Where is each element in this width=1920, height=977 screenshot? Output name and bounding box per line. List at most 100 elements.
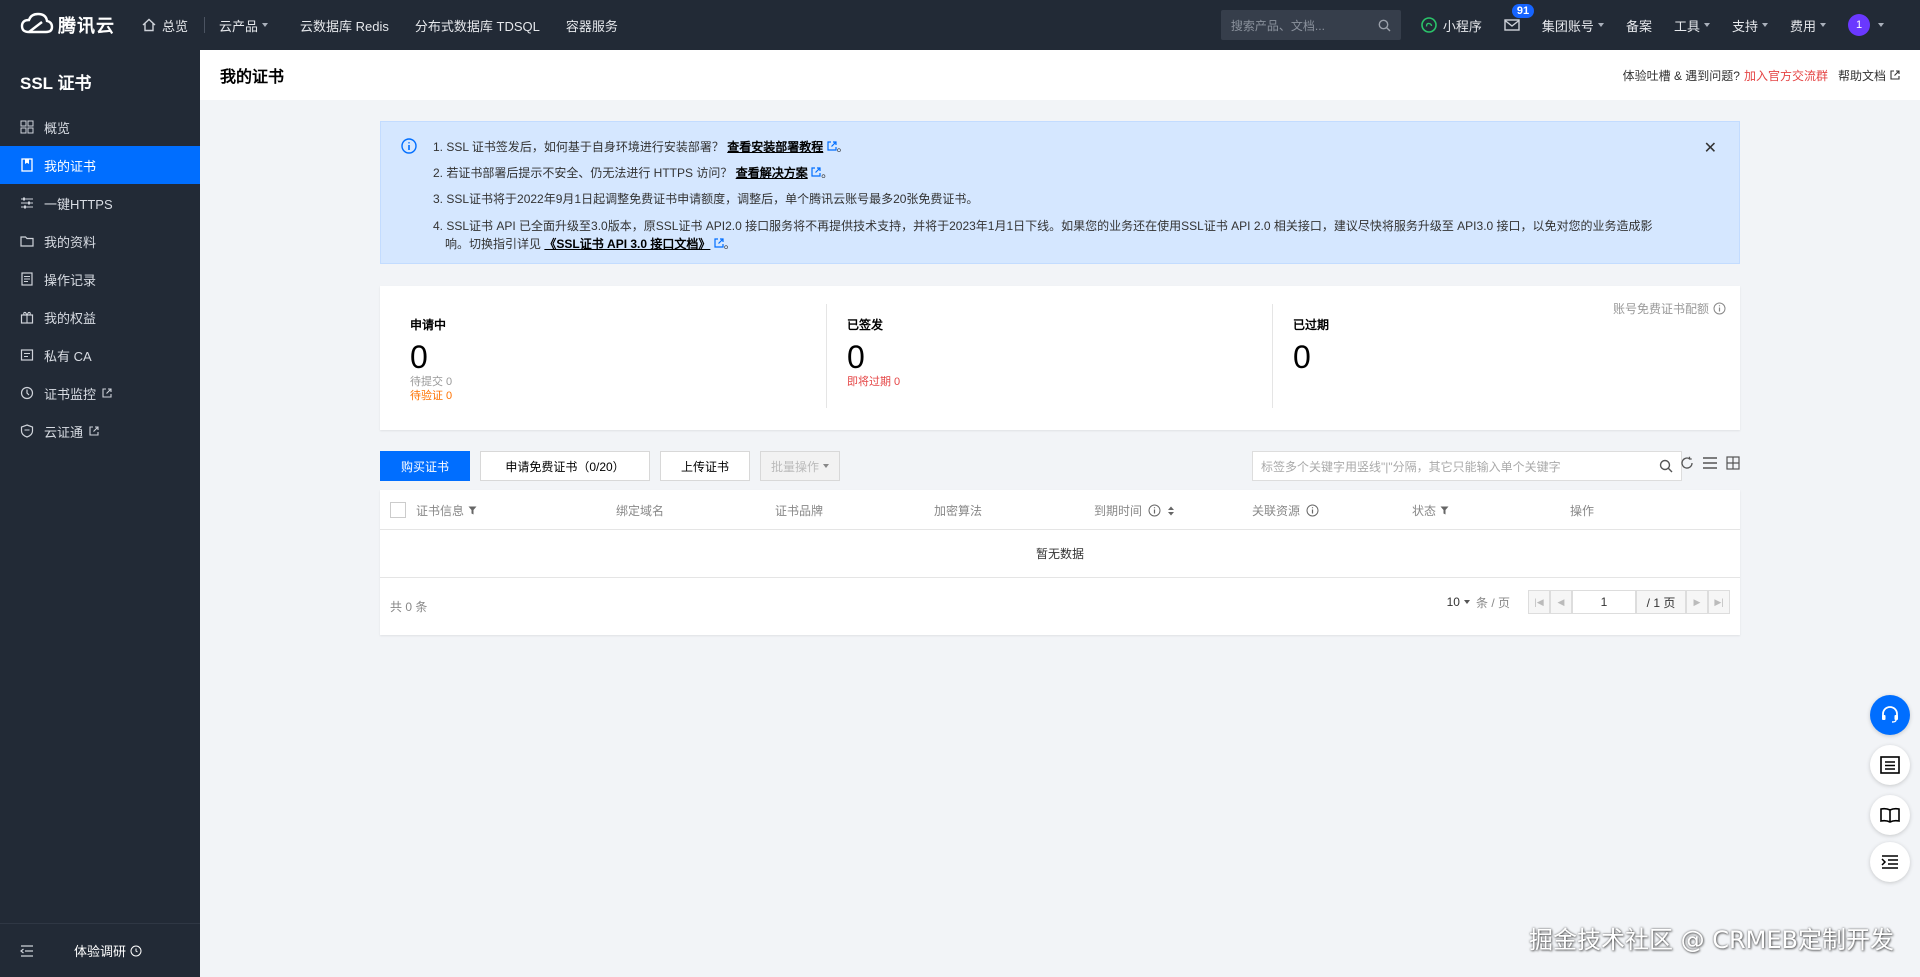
apply-free-certificate-button[interactable]: 申请免费证书（0/20） bbox=[480, 451, 650, 481]
nav-miniprogram[interactable]: 小程序 bbox=[1421, 16, 1482, 35]
global-search-input[interactable]: 搜索产品、文档... bbox=[1220, 10, 1401, 40]
notice-line-4-cont: 响。切换指引详见 《SSL证书 API 3.0 接口文档》 。 bbox=[445, 237, 736, 251]
survey-button[interactable]: 体验调研 bbox=[74, 941, 142, 960]
home-icon bbox=[142, 18, 156, 32]
nav-overview[interactable]: 总览 bbox=[142, 0, 188, 50]
col-expire-time: 到期时间 bbox=[1094, 502, 1175, 519]
pending-verify-count[interactable]: 待验证 0 bbox=[410, 389, 826, 403]
nav-link-tdsql[interactable]: 分布式数据库 TDSQL bbox=[415, 0, 540, 50]
close-icon[interactable]: ✕ bbox=[1704, 136, 1717, 162]
certificate-icon bbox=[20, 158, 34, 172]
nav-right-group: 搜索产品、文档... 小程序 91 集团账号 备案 工具 支持 费用 1 bbox=[1220, 0, 1920, 50]
refresh-icon[interactable] bbox=[1680, 456, 1694, 470]
grid-view-icon[interactable] bbox=[1726, 456, 1740, 470]
page-total: / 1 页 bbox=[1636, 590, 1686, 614]
external-link-icon bbox=[827, 141, 837, 151]
sidebar-item-cert-monitor[interactable]: 证书监控 bbox=[0, 374, 200, 412]
sidebar-title: SSL 证书 bbox=[20, 73, 92, 93]
sidebar-item-private-ca[interactable]: 私有 CA bbox=[0, 336, 200, 374]
help-docs-link[interactable]: 帮助文档 bbox=[1838, 67, 1900, 84]
sidebar-item-overview[interactable]: 概览 bbox=[0, 108, 200, 146]
page-number-input[interactable]: 1 bbox=[1572, 590, 1636, 614]
outline-button[interactable] bbox=[1870, 842, 1910, 882]
deploy-guide-link[interactable]: 查看安装部署教程 bbox=[727, 140, 823, 154]
sidebar-item-one-click-https[interactable]: 一键HTTPS bbox=[0, 184, 200, 222]
pagination: 10 条 / 页 |◀ ◀ 1 / 1 页 ▶ ▶| bbox=[1447, 590, 1730, 614]
mail-icon bbox=[1504, 19, 1520, 31]
search-icon[interactable] bbox=[1659, 459, 1673, 473]
list-document-icon bbox=[1880, 756, 1900, 774]
total-count: 共 0 条 bbox=[390, 600, 428, 614]
nav-link-container[interactable]: 容器服务 bbox=[566, 0, 618, 50]
stat-issued: 已签发 0 即将过期 0 bbox=[826, 304, 1272, 408]
solution-link[interactable]: 查看解决方案 bbox=[736, 166, 808, 180]
pending-submit-count[interactable]: 待提交 0 bbox=[410, 375, 826, 389]
api-doc-link[interactable]: 《SSL证书 API 3.0 接口文档》 bbox=[544, 237, 710, 251]
join-group-link[interactable]: 加入官方交流群 bbox=[1744, 67, 1828, 84]
sidebar: SSL 证书 概览 我的证书 一键HTTPS 我的资料 操作记录 我的权益 私有… bbox=[0, 50, 200, 977]
sidebar-item-cloud-cert-pass[interactable]: 云证通 bbox=[0, 412, 200, 450]
chevron-down-icon bbox=[1597, 23, 1604, 27]
external-link-icon bbox=[811, 167, 821, 177]
nav-messages[interactable]: 91 bbox=[1504, 4, 1535, 32]
free-quota-info[interactable]: 账号免费证书配额 bbox=[1613, 300, 1726, 317]
info-icon[interactable] bbox=[1306, 504, 1319, 517]
info-icon bbox=[401, 138, 417, 154]
book-icon bbox=[1880, 807, 1900, 823]
sidebar-item-my-profile[interactable]: 我的资料 bbox=[0, 222, 200, 260]
stat-applying: 申请中 0 待提交 0 待验证 0 bbox=[380, 304, 826, 408]
upload-certificate-button[interactable]: 上传证书 bbox=[660, 451, 750, 481]
expiring-count[interactable]: 即将过期 0 bbox=[847, 375, 1272, 389]
prev-page-button[interactable]: ◀ bbox=[1550, 590, 1572, 614]
stats-card: 申请中 0 待提交 0 待验证 0 已签发 0 即将过期 0 已过期 0 账号免… bbox=[380, 286, 1740, 430]
select-all-checkbox[interactable] bbox=[390, 502, 406, 518]
docs-button[interactable] bbox=[1870, 795, 1910, 835]
first-page-button[interactable]: |◀ bbox=[1528, 590, 1550, 614]
external-link-icon bbox=[102, 388, 112, 398]
nav-tools[interactable]: 工具 bbox=[1674, 16, 1710, 35]
info-icon[interactable] bbox=[1148, 504, 1161, 517]
grid-icon bbox=[20, 120, 34, 134]
sort-icon[interactable] bbox=[1167, 506, 1175, 516]
certificate-search-input[interactable]: 标签多个关键字用竖线"|"分隔，其它只能输入单个关键字 bbox=[1252, 451, 1682, 481]
brand-logo[interactable]: 腾讯云 bbox=[0, 12, 128, 38]
chevron-down-icon bbox=[1703, 23, 1710, 27]
batch-operation-dropdown[interactable]: 批量操作 bbox=[760, 451, 841, 481]
table-toolbar: 购买证书 申请免费证书（0/20） 上传证书 批量操作 标签多个关键字用竖线"|… bbox=[380, 450, 1740, 482]
page-size-select[interactable]: 10 bbox=[1447, 595, 1470, 609]
sidebar-item-my-benefits[interactable]: 我的权益 bbox=[0, 298, 200, 336]
buy-certificate-button[interactable]: 购买证书 bbox=[380, 451, 470, 481]
stat-expired-value[interactable]: 0 bbox=[1293, 339, 1718, 375]
nav-products[interactable]: 云产品 bbox=[219, 0, 269, 50]
nav-billing[interactable]: 费用 bbox=[1790, 16, 1826, 35]
collapse-sidebar-icon[interactable] bbox=[20, 944, 34, 957]
page-header: 我的证书 体验吐槽 & 遇到问题? 加入官方交流群 帮助文档 bbox=[200, 50, 1920, 100]
sidebar-item-operation-log[interactable]: 操作记录 bbox=[0, 260, 200, 298]
next-page-button[interactable]: ▶ bbox=[1686, 590, 1708, 614]
search-icon[interactable] bbox=[1378, 19, 1391, 32]
list-view-icon[interactable] bbox=[1702, 456, 1718, 470]
nav-filing[interactable]: 备案 bbox=[1626, 16, 1652, 35]
chevron-down-icon bbox=[1463, 600, 1470, 604]
info-icon bbox=[1713, 302, 1726, 315]
filter-icon[interactable] bbox=[1440, 506, 1449, 515]
nav-account[interactable]: 集团账号 bbox=[1542, 16, 1604, 35]
nav-divider bbox=[204, 17, 206, 33]
filter-icon[interactable] bbox=[468, 506, 477, 515]
stat-applying-value[interactable]: 0 bbox=[410, 339, 826, 375]
user-menu[interactable]: 1 bbox=[1848, 14, 1884, 36]
col-cert-info: 证书信息 bbox=[416, 502, 477, 519]
sidebar-item-my-certificates[interactable]: 我的证书 bbox=[0, 146, 200, 184]
table-header: 证书信息 绑定域名 证书品牌 加密算法 到期时间 关联资源 状态 操作 bbox=[380, 490, 1740, 530]
last-page-button[interactable]: ▶| bbox=[1708, 590, 1730, 614]
external-link-icon bbox=[89, 426, 99, 436]
folder-icon bbox=[20, 234, 34, 248]
col-related-resource: 关联资源 bbox=[1252, 502, 1319, 519]
ticket-button[interactable] bbox=[1870, 745, 1910, 785]
cloud-logo-icon bbox=[20, 12, 54, 34]
stat-issued-value[interactable]: 0 bbox=[847, 339, 1272, 375]
nav-support[interactable]: 支持 bbox=[1732, 16, 1768, 35]
nav-link-redis[interactable]: 云数据库 Redis bbox=[300, 0, 389, 50]
customer-service-button[interactable] bbox=[1870, 695, 1910, 735]
table-footer: 共 0 条 10 条 / 页 |◀ ◀ 1 / 1 页 ▶ ▶| bbox=[380, 578, 1740, 634]
